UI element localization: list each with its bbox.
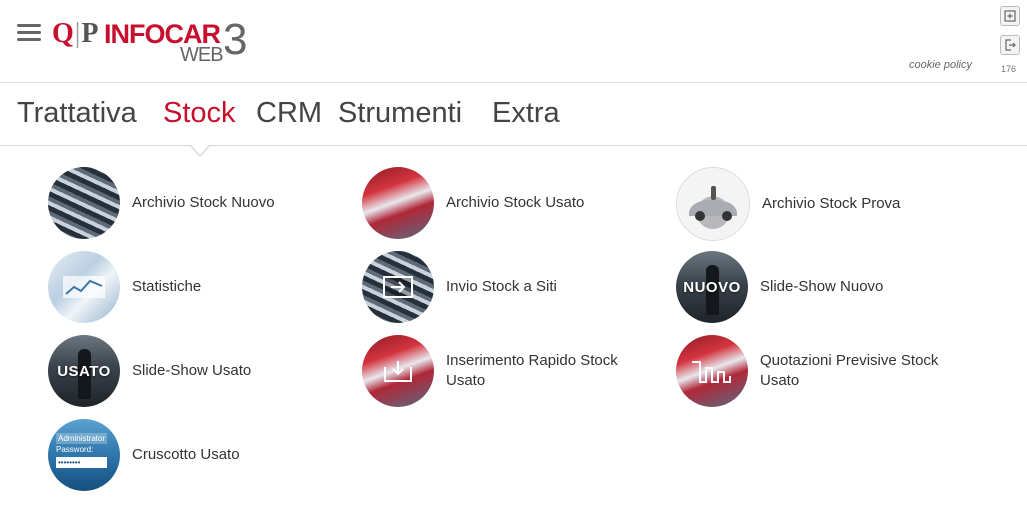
- menu-item-slide-show-nuovo[interactable]: NUOVO Slide-Show Nuovo: [676, 251, 960, 323]
- menu-item-label: Invio Stock a Siti: [446, 278, 557, 295]
- slideshow-used-thumb-icon: USATO: [48, 335, 120, 407]
- active-tab-caret: [189, 144, 211, 157]
- menu-item-label: Statistiche: [132, 278, 202, 295]
- parked-cars-thumb-icon: [48, 167, 120, 239]
- overlay-text: USATO: [57, 362, 111, 380]
- tab-crm[interactable]: CRM: [256, 97, 322, 130]
- logout-icon[interactable]: [1000, 35, 1020, 55]
- menu-item-label: Slide-Show Nuovo: [760, 278, 884, 295]
- car-keys-thumb-icon: [676, 167, 750, 241]
- menu-item-archivio-stock-usato[interactable]: Archivio Stock Usato: [362, 167, 646, 239]
- menu-item-archivio-stock-nuovo[interactable]: Archivio Stock Nuovo: [48, 167, 332, 239]
- app-header: Q|P INFOCAR WEB 3 cookie policy 176: [0, 0, 1027, 83]
- cookie-policy-link[interactable]: cookie policy: [909, 59, 972, 71]
- counter-value: 176: [1001, 64, 1017, 74]
- brand-web: WEB: [180, 44, 224, 66]
- menu-item-cruscotto-usato[interactable]: Administrator Password: •••••••• Cruscot…: [48, 419, 332, 491]
- tab-trattativa[interactable]: Trattativa: [17, 97, 137, 130]
- qp-logo-mark: Q|P: [52, 18, 99, 49]
- admin-password-label: Password:: [56, 445, 94, 454]
- quick-insert-thumb-icon: [362, 335, 434, 407]
- main-tabs: Trattativa Stock CRM Strumenti Extra: [0, 82, 1027, 146]
- menu-item-label: Archivio Stock Nuovo: [132, 194, 275, 211]
- add-icon[interactable]: [1000, 6, 1020, 26]
- slideshow-new-thumb-icon: NUOVO: [676, 251, 748, 323]
- menu-item-label: Cruscotto Usato: [132, 446, 240, 463]
- menu-item-statistiche[interactable]: Statistiche: [48, 251, 332, 323]
- menu-item-inserimento-rapido-stock-usato[interactable]: Inserimento Rapido Stock Usato: [362, 335, 646, 407]
- menu-item-label: Archivio Stock Usato: [446, 194, 585, 211]
- menu-item-label: Quotazioni Previsive Stock Usato: [760, 352, 939, 389]
- menu-item-archivio-stock-prova[interactable]: Archivio Stock Prova: [676, 167, 962, 241]
- menu-item-slide-show-usato[interactable]: USATO Slide-Show Usato: [48, 335, 332, 407]
- admin-password-dots: ••••••••: [56, 457, 108, 468]
- red-cars-thumb-icon: [362, 167, 434, 239]
- menu-item-quotazioni-previsive-stock-usato[interactable]: Quotazioni Previsive Stock Usato: [676, 335, 960, 407]
- menu-item-invio-stock-a-siti[interactable]: Invio Stock a Siti: [362, 251, 646, 323]
- price-forecast-thumb-icon: [676, 335, 748, 407]
- tab-stock[interactable]: Stock: [163, 97, 236, 130]
- tab-strumenti[interactable]: Strumenti: [338, 97, 462, 130]
- hamburger-menu-icon[interactable]: [17, 24, 41, 42]
- admin-login-thumb-icon: Administrator Password: ••••••••: [48, 419, 120, 491]
- menu-item-label: Inserimento Rapido Stock Usato: [446, 352, 618, 389]
- tab-extra[interactable]: Extra: [492, 97, 560, 130]
- statistics-thumb-icon: [48, 251, 120, 323]
- overlay-text: NUOVO: [683, 278, 741, 296]
- menu-item-label: Slide-Show Usato: [132, 362, 252, 379]
- menu-item-label: Archivio Stock Prova: [762, 195, 901, 212]
- admin-username-text: Administrator: [56, 433, 108, 444]
- send-to-sites-thumb-icon: [362, 251, 434, 323]
- infocar-web3-logo[interactable]: Q|P INFOCAR WEB 3: [52, 14, 262, 70]
- brand-version: 3: [223, 15, 248, 64]
